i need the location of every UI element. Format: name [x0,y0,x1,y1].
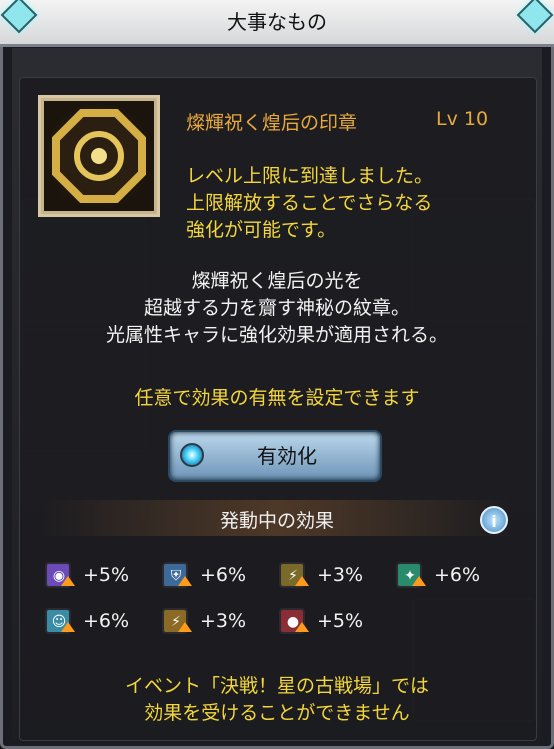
effects-title: 発動中の効果 [219,510,334,532]
yellow-bolt-buff-icon: ⚡ [279,562,309,588]
event-notice: イベント「決戦！星の古戦場」では 効果を受けることができません [124,675,429,724]
seal-icon [44,101,154,211]
item-description: 燦輝祝く煌后の光を 超越する力を齎す神秘の紋章。 光属性キャラに強化効果が適用さ… [105,270,448,346]
enable-toggle-button[interactable]: 有効化 [168,430,382,482]
blue-shield-buff-icon: ⛨ [162,562,192,588]
max-level-message: レベル上限に到達しました。 上限解放することでさらなる 強化が可能です。 [186,165,434,241]
setting-prompt: 任意で効果の有無を設定できます [134,387,420,409]
purple-swirl-buff-icon: ◉ [45,562,75,588]
green-sparkle-buff-icon: ✦ [396,562,426,588]
item-level: Lv 10 [436,108,489,130]
cyan-person-buff-icon: ☺ [45,608,75,634]
toggle-label: 有効化 [257,444,317,468]
item-name: 燦輝祝く煌后の印章 [186,112,358,134]
item-thumbnail [38,95,160,217]
info-icon[interactable]: i [480,506,508,534]
gold-triple-buff-icon: ⚡ [162,608,192,634]
red-orb-buff-icon: ● [279,608,309,634]
window-title: 大事なもの [0,0,554,47]
